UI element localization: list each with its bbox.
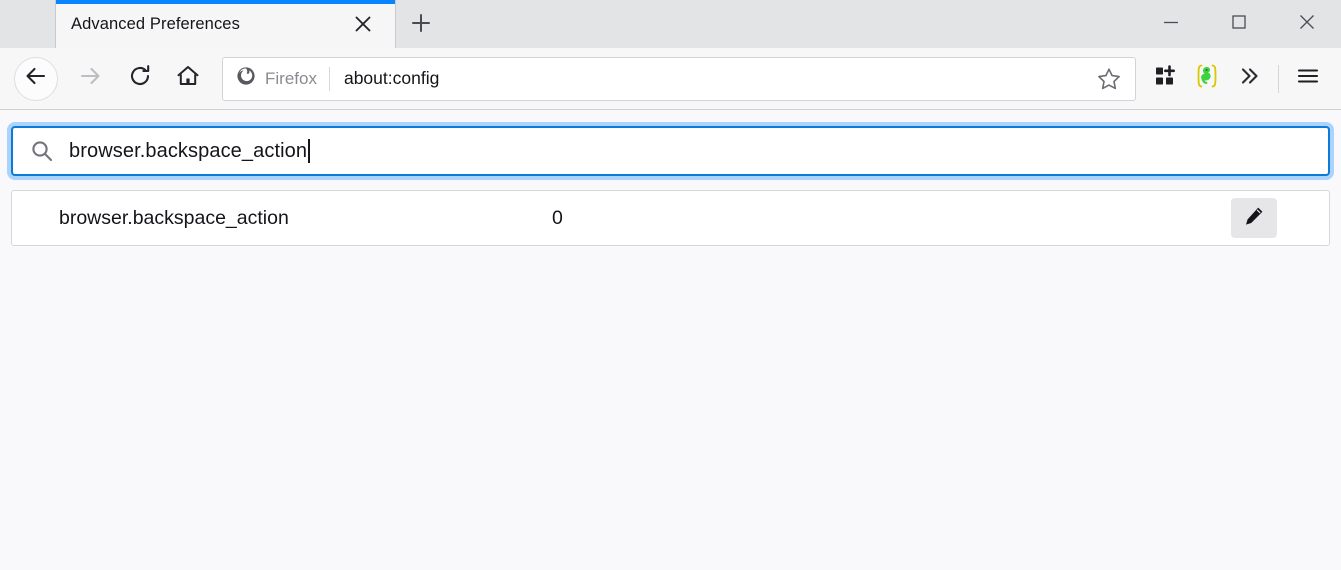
hamburger-menu-icon: [1295, 63, 1321, 94]
close-window-button[interactable]: [1273, 0, 1341, 48]
maximize-button[interactable]: [1205, 0, 1273, 48]
reload-button[interactable]: [118, 57, 162, 101]
new-tab-button[interactable]: [398, 2, 444, 48]
identity-box[interactable]: Firefox: [235, 65, 329, 92]
preference-row[interactable]: browser.backspace_action 0: [11, 190, 1330, 246]
title-bar: Advanced Preferences: [0, 0, 1341, 48]
tab-strip: Advanced Preferences: [0, 0, 444, 48]
preference-search-box[interactable]: browser.backspace_action: [11, 126, 1330, 176]
about-config-page: browser.backspace_action browser.backspa…: [0, 126, 1341, 570]
minimize-button[interactable]: [1137, 0, 1205, 48]
greasemonkey-monkey-icon: [1194, 63, 1220, 94]
close-icon[interactable]: [347, 8, 379, 40]
home-icon: [175, 63, 201, 94]
firefox-logo-icon: [235, 65, 257, 92]
star-icon[interactable]: [1089, 59, 1129, 99]
greasemonkey-button[interactable]: [1186, 58, 1228, 100]
back-arrow-icon: [23, 63, 49, 94]
overflow-button[interactable]: [1228, 58, 1270, 100]
navigation-toolbar: Firefox about:config: [0, 48, 1341, 110]
preference-name: browser.backspace_action: [59, 206, 289, 229]
window-controls: [1137, 0, 1341, 48]
close-icon: [1295, 10, 1319, 39]
search-icon: [27, 138, 57, 164]
toolbar-separator: [1278, 64, 1279, 93]
add-extension-button[interactable]: [1144, 58, 1186, 100]
tab-title: Advanced Preferences: [71, 14, 240, 33]
forward-arrow-icon: [77, 63, 103, 94]
minimize-icon: [1160, 11, 1182, 38]
identity-label: Firefox: [265, 68, 317, 88]
home-button[interactable]: [166, 57, 210, 101]
maximize-icon: [1228, 11, 1250, 38]
tab-active-indicator: [56, 0, 395, 4]
plus-icon: [410, 12, 432, 39]
back-button[interactable]: [14, 56, 58, 101]
pencil-icon: [1243, 205, 1265, 232]
toolbar-extra-icons: [1136, 58, 1329, 100]
search-input[interactable]: browser.backspace_action: [69, 140, 307, 163]
double-chevron-right-icon: [1236, 63, 1262, 94]
app-menu-button[interactable]: [1287, 58, 1329, 100]
reload-icon: [127, 63, 153, 94]
url-input[interactable]: about:config: [330, 68, 1089, 89]
search-row: browser.backspace_action: [11, 126, 1330, 176]
preference-value: 0: [552, 206, 563, 229]
grid-plus-icon: [1153, 64, 1177, 93]
edit-preference-button[interactable]: [1231, 198, 1277, 238]
text-caret: [308, 139, 310, 163]
forward-button: [68, 57, 112, 101]
tab-advanced-preferences[interactable]: Advanced Preferences: [55, 0, 396, 48]
url-bar[interactable]: Firefox about:config: [222, 56, 1136, 101]
